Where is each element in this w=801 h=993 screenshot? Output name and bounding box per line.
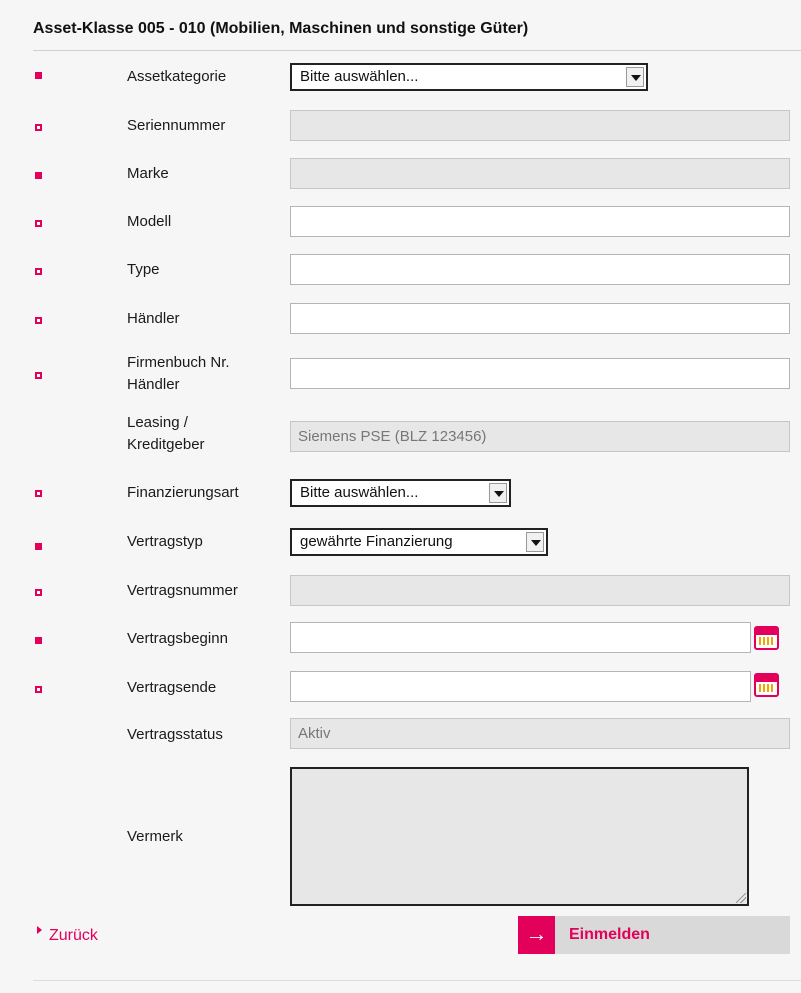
kreditgeber-label: Leasing / Kreditgeber (127, 412, 205, 456)
einmelden-button-label: Einmelden (569, 926, 650, 943)
finanzierungsart-select[interactable]: Bitte auswählen... (290, 479, 511, 507)
marke-field[interactable] (290, 158, 790, 189)
finanzierungsart-label: Finanzierungsart (127, 484, 239, 501)
seriennummer-field[interactable] (290, 110, 790, 141)
optional-marker (35, 317, 42, 324)
calendar-icon[interactable] (754, 673, 779, 697)
vertragstyp-select[interactable]: gewährte Finanzierung (290, 528, 548, 556)
assetkategorie-select[interactable]: Bitte auswählen... (290, 63, 648, 91)
firmenbuch-field[interactable] (290, 358, 790, 389)
vertragsstatus-field: Aktiv (290, 718, 790, 749)
assetkategorie-value: Bitte auswählen... (300, 68, 419, 85)
bottom-divider (33, 980, 801, 981)
vertragsbeginn-label: Vertragsbeginn (127, 630, 228, 647)
optional-marker (35, 490, 42, 497)
required-marker (35, 637, 42, 644)
marke-label: Marke (127, 165, 169, 182)
chevron-down-icon[interactable] (489, 483, 507, 503)
haendler-label: Händler (127, 310, 180, 327)
arrow-right-icon: → (518, 916, 555, 954)
vertragsbeginn-field[interactable] (290, 622, 751, 653)
vertragsnummer-field[interactable] (290, 575, 790, 606)
vermerk-textarea[interactable] (290, 767, 749, 906)
seriennummer-label: Seriennummer (127, 117, 226, 134)
modell-field[interactable] (290, 206, 790, 237)
finanzierungsart-value: Bitte auswählen... (300, 484, 419, 501)
kreditgeber-field: Siemens PSE (BLZ 123456) (290, 421, 790, 452)
back-link[interactable]: Zurück (37, 926, 98, 945)
vertragsnummer-label: Vertragsnummer (127, 582, 238, 599)
back-link-label: Zurück (49, 927, 98, 944)
firmenbuch-label-line2: Händler (127, 376, 180, 393)
optional-marker (35, 268, 42, 275)
vertragstyp-label: Vertragstyp (127, 533, 203, 550)
optional-marker (35, 686, 42, 693)
optional-marker (35, 220, 42, 227)
modell-label: Modell (127, 213, 172, 230)
optional-marker (35, 372, 42, 379)
resize-grip-icon[interactable] (736, 893, 746, 903)
chevron-down-icon[interactable] (626, 67, 644, 87)
einmelden-button[interactable]: → Einmelden (518, 916, 790, 954)
required-marker (35, 172, 42, 179)
haendler-field[interactable] (290, 303, 790, 334)
firmenbuch-label: Firmenbuch Nr. Händler (127, 352, 230, 396)
required-marker (35, 543, 42, 550)
kreditgeber-label-line1: Leasing / (127, 414, 188, 431)
title-divider (33, 50, 801, 51)
required-marker (35, 72, 42, 79)
firmenbuch-label-line1: Firmenbuch Nr. (127, 354, 230, 371)
vertragstyp-value: gewährte Finanzierung (300, 533, 453, 550)
vermerk-label: Vermerk (127, 828, 183, 845)
assetkategorie-label: Assetkategorie (127, 68, 227, 85)
triangle-right-icon (37, 926, 42, 934)
type-field[interactable] (290, 254, 790, 285)
vertragsstatus-label: Vertragsstatus (127, 726, 223, 743)
kreditgeber-label-line2: Kreditgeber (127, 436, 205, 453)
optional-marker (35, 589, 42, 596)
vertragsende-label: Vertragsende (127, 679, 217, 696)
type-label: Type (127, 261, 160, 278)
optional-marker (35, 124, 42, 131)
chevron-down-icon[interactable] (526, 532, 544, 552)
vertragsende-field[interactable] (290, 671, 751, 702)
section-title: Asset-Klasse 005 - 010 (Mobilien, Maschi… (33, 20, 529, 37)
form-panel: Asset-Klasse 005 - 010 (Mobilien, Maschi… (14, 0, 801, 993)
calendar-icon[interactable] (754, 626, 779, 650)
